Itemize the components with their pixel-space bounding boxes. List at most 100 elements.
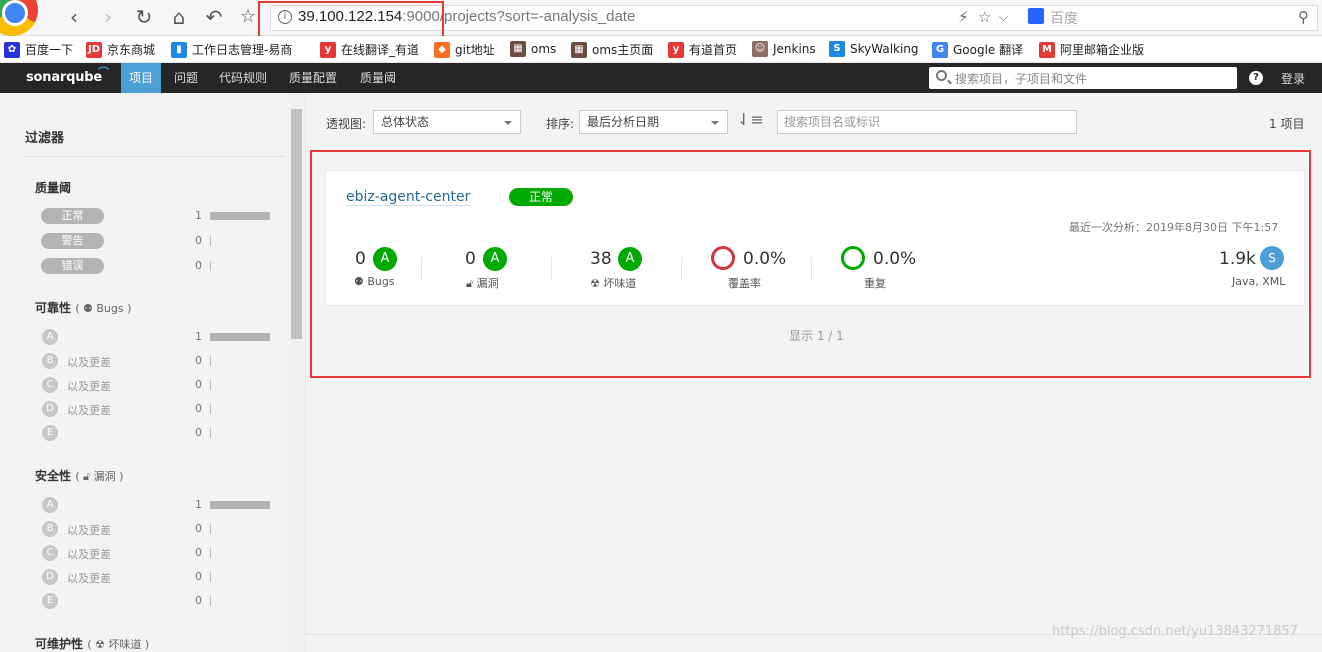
filter-bar[interactable] (210, 572, 211, 582)
help-icon[interactable]: ? (1249, 71, 1263, 85)
filter-bar[interactable] (210, 501, 270, 509)
caret-down-icon (504, 121, 512, 125)
grade-d-icon: D (42, 569, 58, 585)
filter-count: 0 (195, 354, 202, 367)
reload-icon[interactable]: ↻ (132, 6, 156, 30)
login-link[interactable]: 登录 (1281, 70, 1305, 87)
filter-count: 0 (195, 594, 202, 607)
bookmark-item[interactable]: S SkyWalking (829, 41, 919, 57)
bookmark-item[interactable]: ☺ Jenkins (752, 41, 816, 57)
forward-icon[interactable]: › (96, 6, 120, 30)
logo-wave-icon: ⌒ (98, 66, 109, 79)
bookmark-item[interactable]: y 在线翻译_有道 (320, 41, 419, 58)
filter-bar[interactable] (210, 596, 211, 606)
grade-e-icon: E (42, 425, 58, 441)
security-filter-row[interactable] (35, 591, 275, 611)
vulnerabilities-label: 🔓︎ 漏洞 (466, 275, 499, 291)
sonarqube-logo[interactable]: sonarqube ⌒ (26, 66, 109, 85)
bookmark-item[interactable]: y 有道首页 (668, 41, 737, 58)
reliability-filter-row[interactable] (35, 423, 275, 443)
sort-label: 排序: (546, 117, 575, 131)
quality-gate-filter-1[interactable]: 警告 (41, 233, 104, 249)
filter-bar[interactable] (210, 548, 211, 558)
bugs-value[interactable]: 0 (355, 249, 366, 269)
security-sub: 漏洞 (93, 470, 116, 483)
url-highlight-box (258, 1, 444, 41)
back-icon[interactable]: ‹ (62, 6, 86, 30)
global-search-input[interactable]: 搜索项目，子项目和文件 (929, 67, 1237, 89)
quality-gate-filter-0[interactable]: 正常 (41, 208, 104, 224)
chart-icon: ▦ (510, 41, 526, 57)
nav-issues[interactable]: 问题 (166, 63, 206, 93)
filter-bar[interactable] (210, 212, 270, 220)
project-search-input[interactable]: 搜索项目名或标识 (777, 110, 1077, 134)
bookmark-label: Jenkins (773, 42, 816, 56)
youdao-icon: y (320, 41, 336, 58)
coverage-value[interactable]: 0.0% (743, 249, 786, 269)
metric-divider (681, 257, 682, 281)
nav-quality-profiles[interactable]: 质量配置 (281, 63, 345, 93)
bookmark-item[interactable]: ◆ git地址 (434, 41, 495, 58)
duplications-value[interactable]: 0.0% (873, 249, 916, 269)
bookmark-item[interactable]: M 阿里邮箱企业版 (1039, 41, 1144, 58)
logo-text: sonarqube (26, 70, 102, 85)
search-icon (936, 70, 947, 81)
size-value[interactable]: 1.9k (1219, 249, 1256, 269)
sort-direction-icon[interactable]: ⇃≡ (737, 110, 764, 129)
filter-bar[interactable] (210, 333, 270, 341)
favorite-icon[interactable]: ☆ (978, 8, 991, 26)
vulnerabilities-rating[interactable]: A (483, 247, 507, 271)
browser-search-input[interactable]: 百度 (1050, 8, 1078, 28)
worse-label: 以及更差 (67, 524, 111, 537)
nav-rules[interactable]: 代码规则 (211, 63, 275, 93)
jd-icon: JD (86, 41, 102, 58)
home-icon[interactable]: ⌂ (167, 6, 191, 30)
bookmarks-bar: ✿ 百度一下 JD 京东商城 ▮ 工作日志管理-易商 y 在线翻译_有道 ◆ git地址 ▦ oms ▦… (0, 36, 1322, 63)
baidu-icon[interactable] (1028, 8, 1044, 24)
star-icon[interactable]: ☆ (236, 6, 260, 30)
filter-bar[interactable] (210, 404, 211, 414)
filter-bar[interactable] (210, 524, 211, 534)
bookmark-item[interactable]: ▦ oms (510, 41, 556, 57)
maintainability-title: 可维护性 ( ☢ 坏味道 ) (35, 637, 150, 651)
filter-bar[interactable] (210, 261, 211, 271)
bookmark-item[interactable]: ✿ 百度一下 (4, 41, 73, 58)
filter-count: 0 (195, 378, 202, 391)
bookmark-item[interactable]: JD 京东商城 (86, 41, 155, 58)
dropdown-icon[interactable]: ⌵ (999, 10, 1008, 25)
nav-projects[interactable]: 项目 (121, 63, 162, 93)
undo-icon[interactable]: ↶ (202, 6, 226, 30)
filter-bar[interactable] (210, 356, 211, 366)
grade-a-icon: A (42, 497, 58, 513)
bookmark-label: 在线翻译_有道 (341, 43, 420, 57)
filter-bar[interactable] (210, 428, 211, 438)
reliability-title: 可靠性 ( ⚉ Bugs ) (35, 301, 132, 315)
bookmark-item[interactable]: G Google 翻译 (932, 41, 1023, 58)
coverage-ring-icon (711, 246, 735, 270)
sonarqube-navbar: sonarqube ⌒ 项目 问题 代码规则 质量配置 质量阈 搜索项目，子项目和… (0, 63, 1322, 93)
bugs-rating[interactable]: A (373, 247, 397, 271)
code-smells-rating[interactable]: A (618, 247, 642, 271)
metric-divider (421, 257, 422, 281)
filter-bar[interactable] (210, 380, 211, 390)
scrollbar-thumb[interactable] (291, 109, 302, 339)
bookmark-item[interactable]: ▮ 工作日志管理-易商 (171, 41, 292, 58)
quality-gate-filter-2[interactable]: 错误 (41, 258, 104, 274)
perspective-select[interactable]: 总体状态 (373, 110, 521, 134)
bookmark-item[interactable]: ▦ oms主页面 (571, 41, 653, 58)
filter-count: 1 (195, 330, 202, 343)
duplications-label: 重复 (864, 277, 886, 290)
vulnerabilities-value[interactable]: 0 (465, 249, 476, 269)
code-smells-value[interactable]: 38 (590, 249, 612, 269)
lightning-icon[interactable]: ⚡ (958, 8, 969, 26)
nav-quality-gates[interactable]: 质量阈 (352, 63, 404, 93)
search-icon[interactable]: ⚲ (1298, 8, 1309, 26)
filter-bar[interactable] (210, 236, 211, 246)
project-name-link[interactable]: ebiz-agent-center (346, 189, 471, 206)
sort-value: 最后分析日期 (587, 115, 660, 129)
sort-select[interactable]: 最后分析日期 (579, 110, 728, 134)
coverage-label: 覆盖率 (728, 277, 761, 290)
smell-icon: ☢ (590, 277, 600, 290)
quality-gate-status-badge: 正常 (509, 188, 573, 206)
duplications-ring-icon (841, 246, 865, 270)
